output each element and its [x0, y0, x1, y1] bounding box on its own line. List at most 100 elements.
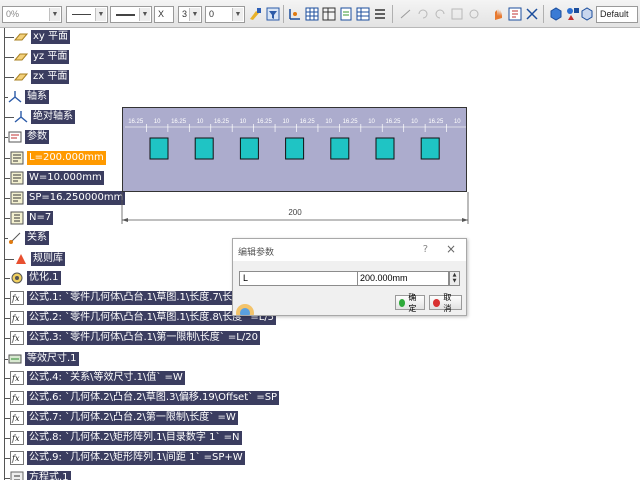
tree-node-label: L=200.000mm: [27, 151, 106, 165]
tree-node[interactable]: fx 公式.9: `几何体.2\矩形阵列.1\间距 1` =SP+W: [0, 449, 245, 467]
tree-branch-line: [4, 56, 14, 58]
tree-node[interactable]: fx 公式.7: `几何体.2\凸台.2\第一限制\长度` =W: [0, 409, 238, 427]
spin-down-icon[interactable]: ▼: [450, 278, 459, 284]
help-button[interactable]: ?: [423, 244, 428, 255]
tree-node-label: 公式.9: `几何体.2\矩形阵列.1\间距 1` =SP+W: [27, 451, 245, 465]
tree-node[interactable]: fx 公式.1: `零件几何体\凸台.1\草图.1\长度.7\长度` =L: [0, 289, 267, 307]
render-icon[interactable]: [579, 6, 595, 22]
layer-combo[interactable]: 3 ▼: [178, 6, 202, 23]
dimension-label: 10: [411, 119, 418, 125]
specification-tree: xy 平面 yz 平面 zx 平面轴系绝对轴系参数 L=200.000mm W=10.0…: [0, 28, 280, 480]
layer-number-combo[interactable]: 0 ▼: [205, 6, 245, 23]
tree-node[interactable]: 绝对轴系: [0, 108, 75, 126]
ok-icon: [399, 298, 406, 307]
plane-icon: [14, 50, 28, 64]
tree-node[interactable]: W=10.000mm: [0, 169, 104, 187]
dimension-label: 10: [454, 119, 461, 125]
tree-node[interactable]: yz 平面: [0, 48, 70, 66]
top-toolbar: 0% ▼ ▼ ▼ X 3 ▼ 0 ▼ Default: [0, 0, 640, 28]
catalog-icon[interactable]: [507, 6, 523, 22]
value-spinner[interactable]: ▲ ▼: [449, 271, 460, 286]
pocket-feature[interactable]: [149, 137, 169, 160]
formula-icon: fx: [10, 331, 24, 345]
tree-node[interactable]: N=7: [0, 209, 54, 227]
table-icon[interactable]: [321, 6, 337, 22]
measure-icon[interactable]: [449, 6, 465, 22]
table-edit-icon[interactable]: [355, 6, 371, 22]
tree-node[interactable]: fx 公式.8: `几何体.2\矩形阵列.1\目录数字 1` =N: [0, 429, 242, 447]
tree-node[interactable]: 关系: [0, 229, 49, 247]
plane-icon: [14, 30, 28, 44]
part-plate[interactable]: 16.25 10 16.25 10 16.25 10 16.25 10 16.25 10 16.25…: [122, 107, 468, 192]
tree-node-label: 公式.4: `关系\等效尺寸.1\值` =W: [27, 371, 185, 385]
tree-node-label: 方程式.1: [27, 471, 71, 480]
tree-node[interactable]: 优化.1: [0, 269, 61, 287]
line-thickness-combo[interactable]: ▼: [110, 6, 152, 23]
svg-text:fx: fx: [11, 394, 20, 403]
filter-icon[interactable]: [265, 6, 281, 22]
dialog-title: 编辑参数: [238, 248, 275, 258]
dimension-label: 10: [282, 119, 289, 125]
parameter-value-field[interactable]: 200.000mm: [357, 271, 449, 286]
overall-dim-label: 200: [288, 208, 302, 217]
grid-icon[interactable]: [304, 6, 320, 22]
tree-node[interactable]: SP=16.250000mm: [0, 189, 126, 207]
tree-node[interactable]: 方程式.1: [0, 469, 71, 480]
tree-node-label: 公式.7: `几何体.2\凸台.2\第一限制\长度` =W: [27, 411, 238, 425]
dimension-label: 16.25: [257, 119, 273, 125]
hand-icon[interactable]: [490, 6, 506, 22]
pocket-feature[interactable]: [330, 137, 350, 160]
chevron-down-icon: ▼: [49, 8, 60, 21]
tree-branch-line: [4, 76, 14, 78]
pocket-feature[interactable]: [285, 137, 305, 160]
arrow-icon[interactable]: [398, 6, 414, 22]
pocket-feature[interactable]: [194, 137, 214, 160]
point-symbol-combo[interactable]: X: [154, 6, 174, 23]
tree-node[interactable]: fx 公式.6: `几何体.2\凸台.2\草图.3\偏移.19\Offset` =…: [0, 389, 280, 407]
close-button[interactable]: ×: [446, 242, 456, 256]
dimension-label: 16.25: [128, 119, 144, 125]
tree-node[interactable]: L=200.000mm: [0, 149, 106, 167]
axis-system-icon: [14, 110, 28, 124]
cube-icon[interactable]: [548, 6, 564, 22]
tree-node[interactable]: 规则库: [0, 250, 65, 268]
tree-node-label: 轴系: [25, 90, 49, 104]
dimension-label: 16.25: [214, 119, 230, 125]
transparency-combo[interactable]: 0% ▼: [2, 6, 62, 23]
pocket-feature[interactable]: [375, 137, 395, 160]
pocket-feature[interactable]: [239, 137, 259, 160]
line-type-combo[interactable]: ▼: [66, 6, 108, 23]
tree-node[interactable]: 等效尺寸.1: [0, 350, 79, 368]
tree-node-label: zx 平面: [31, 70, 70, 84]
dimension-label: 16.25: [343, 119, 359, 125]
snap-icon[interactable]: [524, 6, 540, 22]
tree-branch-line: [4, 36, 14, 38]
line-type-preview: [72, 14, 91, 15]
line-thickness-preview: [116, 14, 135, 16]
analysis-icon[interactable]: [466, 6, 482, 22]
tree-node[interactable]: fx 公式.3: `零件几何体\凸台.1\第一限制\长度` =L/20: [0, 329, 260, 347]
svg-text:fx: fx: [11, 374, 20, 383]
dimension-label: 10: [197, 119, 204, 125]
undo-icon[interactable]: [415, 6, 431, 22]
tree-node[interactable]: xy 平面: [0, 28, 71, 46]
redo-icon[interactable]: [432, 6, 448, 22]
tree-branch-line: [4, 116, 14, 118]
paint-brush-icon[interactable]: [247, 6, 263, 22]
document-icon[interactable]: [338, 6, 354, 22]
render-style-combo[interactable]: Default: [596, 6, 638, 23]
tree-node[interactable]: 参数: [0, 128, 49, 146]
formula-icon: fx: [10, 431, 24, 445]
axis-icon[interactable]: [287, 6, 303, 22]
dimension-label: 16.25: [385, 119, 401, 125]
svg-text:fx: fx: [11, 454, 20, 463]
tree-node[interactable]: 轴系: [0, 88, 49, 106]
list-icon[interactable]: [372, 6, 388, 22]
pocket-feature[interactable]: [420, 137, 440, 160]
tree-node[interactable]: zx 平面: [0, 68, 70, 86]
formula-icon: fx: [10, 391, 24, 405]
ok-button[interactable]: 确定: [395, 293, 425, 313]
tree-node[interactable]: fx 公式.4: `关系\等效尺寸.1\值` =W: [0, 369, 185, 387]
cancel-button[interactable]: 取消: [429, 293, 462, 313]
tree-node-label: 公式.3: `零件几何体\凸台.1\第一限制\长度` =L/20: [27, 331, 260, 345]
